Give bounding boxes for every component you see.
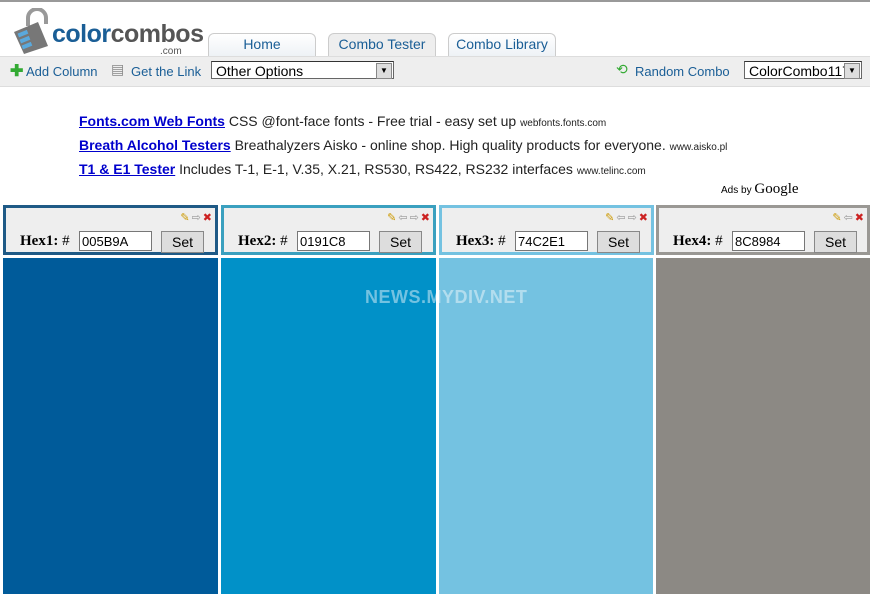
hex-input[interactable]: [297, 231, 370, 251]
hex-input[interactable]: [79, 231, 152, 251]
arrow-left-icon[interactable]: ⇦: [844, 212, 853, 224]
column-header-3: ✎⇦⇨✖ Hex3: # Set: [439, 205, 654, 255]
column-header-1: ✎⇨✖ Hex1: # Set: [3, 205, 218, 255]
color-swatch-3: [439, 258, 653, 594]
arrow-left-icon[interactable]: ⇦: [616, 212, 625, 224]
set-button[interactable]: Set: [161, 231, 204, 253]
hex-input[interactable]: [515, 231, 588, 251]
link-icon[interactable]: ▤: [111, 61, 124, 78]
color-swatch-2: [221, 258, 436, 594]
top-border: [0, 0, 870, 2]
color-swatch-1: [3, 258, 218, 594]
chevron-down-icon: ▼: [844, 63, 860, 79]
close-icon[interactable]: ✖: [203, 212, 212, 224]
ads-by-google[interactable]: Ads by Google: [721, 181, 799, 198]
arrow-left-icon[interactable]: ⇦: [398, 212, 407, 224]
get-link-link[interactable]: Get the Link: [131, 64, 201, 79]
arrow-right-icon[interactable]: ⇨: [192, 212, 201, 224]
set-button[interactable]: Set: [379, 231, 422, 253]
ad-item: Fonts.com Web Fonts CSS @font-face fonts…: [79, 113, 607, 129]
arrow-right-icon[interactable]: ⇨: [628, 212, 637, 224]
edit-icon[interactable]: ✎: [387, 212, 396, 224]
hex-input[interactable]: [732, 231, 805, 251]
ad-link[interactable]: T1 & E1 Tester: [79, 161, 175, 177]
add-icon[interactable]: ✚: [10, 61, 23, 81]
padlock-logo-icon: [14, 8, 48, 54]
color-swatch-4: [656, 258, 870, 594]
chevron-down-icon: ▼: [376, 63, 392, 79]
tab-home[interactable]: Home: [208, 33, 316, 56]
column-header-2: ✎⇦⇨✖ Hex2: # Set: [221, 205, 436, 255]
edit-icon[interactable]: ✎: [180, 212, 189, 224]
tab-combo-library[interactable]: Combo Library: [448, 33, 556, 56]
set-button[interactable]: Set: [597, 231, 640, 253]
ad-item: T1 & E1 Tester Includes T-1, E-1, V.35, …: [79, 161, 646, 177]
combo-select[interactable]: ColorCombo117 ▼: [744, 61, 862, 79]
close-icon[interactable]: ✖: [855, 212, 864, 224]
ad-link[interactable]: Breath Alcohol Testers: [79, 137, 231, 153]
refresh-icon[interactable]: ⟲: [616, 61, 628, 78]
close-icon[interactable]: ✖: [421, 212, 430, 224]
logo[interactable]: colorcombos .com: [12, 8, 204, 57]
column-header-4: ✎⇦✖ Hex4: # Set: [656, 205, 870, 255]
set-button[interactable]: Set: [814, 231, 857, 253]
toolbar: ✚ Add Column ▤ Get the Link Other Option…: [0, 56, 870, 87]
edit-icon[interactable]: ✎: [832, 212, 841, 224]
arrow-right-icon[interactable]: ⇨: [410, 212, 419, 224]
logo-wordmark: colorcombos: [52, 20, 204, 48]
ad-link[interactable]: Fonts.com Web Fonts: [79, 113, 225, 129]
random-combo-link[interactable]: Random Combo: [635, 64, 730, 79]
watermark: NEWS.MYDIV.NET: [365, 287, 528, 307]
close-icon[interactable]: ✖: [639, 212, 648, 224]
edit-icon[interactable]: ✎: [605, 212, 614, 224]
ad-item: Breath Alcohol Testers Breathalyzers Ais…: [79, 137, 728, 153]
options-select[interactable]: Other Options ▼: [211, 61, 394, 79]
tab-combo-tester[interactable]: Combo Tester: [328, 33, 436, 56]
add-column-link[interactable]: Add Column: [26, 64, 98, 79]
